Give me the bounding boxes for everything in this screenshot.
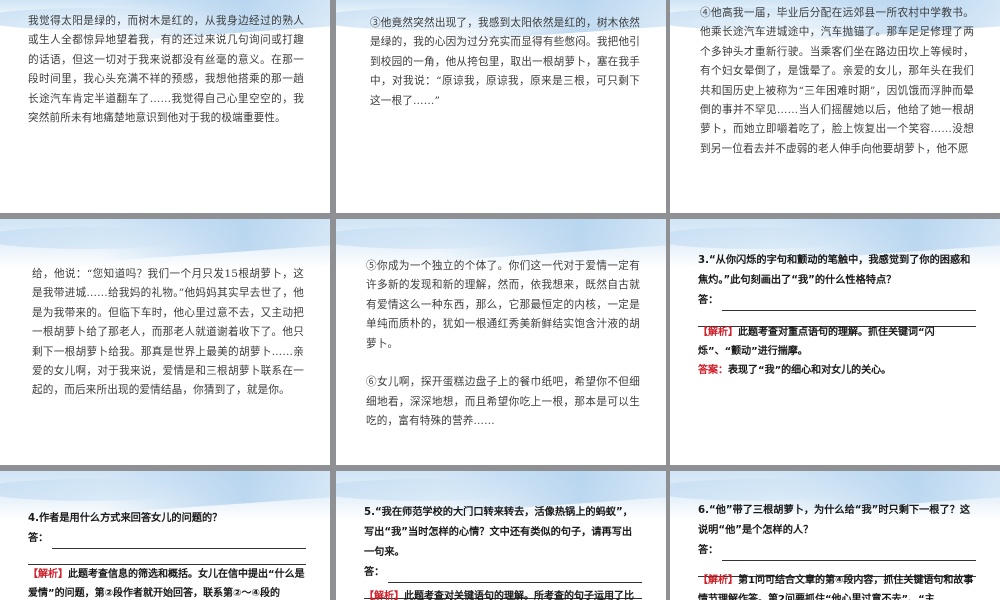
question-4: 4.作者是用什么方式来回答女儿的问题的？ [28, 513, 223, 524]
answer-label: 答： [364, 567, 385, 578]
answer-line[interactable] [722, 297, 976, 311]
analysis-label: 【解析】 [364, 591, 404, 600]
answer-label: 答： [698, 545, 719, 556]
slide-thumbnail-2[interactable]: ③他竟然突然出现了，我感到太阳依然是红的，树木依然是绿的，我的心因为过分充实而显… [336, 0, 666, 213]
slide-body-text: ⑤你成为一个独立的个体了。你们这一代对于爱情一定有许多新的发现和新的理解，然而，… [366, 260, 640, 428]
analysis-label: 【解析】 [698, 575, 738, 586]
slide-thumbnail-9[interactable]: 6.“他”带了三根胡萝卜，为什么给“我”时只剩下一根了？这说明“他”是个怎样的人… [670, 471, 1000, 600]
question-5: 5.“我在师范学校的大门口转来转去，活像热锅上的蚂蚁”，写出“我”当时怎样的心情… [364, 507, 633, 558]
slide-body-text: ③他竟然突然出现了，我感到太阳依然是红的，树木依然是绿的，我的心因为过分充实而显… [370, 17, 640, 107]
question-text: 5.“我在师范学校的大门口转来转去，活像热锅上的蚂蚁”，写出“我”当时怎样的心情… [364, 503, 642, 599]
slide-thumbnail-1[interactable]: 我觉得太阳是绿的，而树木是红的，从我身边经过的熟人或生人全都惊异地望着我，有的还… [0, 0, 330, 213]
slide-sorter-grid: 我觉得太阳是绿的，而树木是红的，从我身边经过的熟人或生人全都惊异地望着我，有的还… [0, 0, 1000, 600]
question-3: 3.“从你闪烁的字句和颤动的笔触中，我感觉到了你的困惑和焦灼。”此句刻画出了“我… [698, 255, 971, 286]
answer-row: 答： [698, 291, 976, 311]
slide-thumbnail-6[interactable]: 3.“从你闪烁的字句和颤动的笔触中，我感觉到了你的困惑和焦灼。”此句刻画出了“我… [670, 219, 1000, 465]
answer-key-text: 表现了“我”的细心和对女儿的关心。 [728, 365, 892, 376]
answer-line[interactable] [52, 535, 306, 549]
slide-thumbnail-4[interactable]: 给，他说：“您知道吗？我们一个月只发15根胡萝卜，这是我带进城……给我妈的礼物。… [0, 219, 330, 465]
question-text: 4.作者是用什么方式来回答女儿的问题的？ 答： [28, 509, 306, 565]
slide-thumbnail-7[interactable]: 4.作者是用什么方式来回答女儿的问题的？ 答： 【解析】此题考查信息的筛选和概括… [0, 471, 330, 600]
answer-line[interactable] [28, 549, 306, 565]
answer-label: 答： [698, 295, 719, 306]
answer-row: 答： [28, 529, 306, 549]
slide-banner [0, 219, 330, 269]
analysis-label: 【解析】 [698, 327, 738, 338]
slide-thumbnail-8[interactable]: 5.“我在师范学校的大门口转来转去，活像热锅上的蚂蚁”，写出“我”当时怎样的心情… [336, 471, 666, 600]
answer-key-label: 答案： [698, 365, 728, 376]
answer-line[interactable] [388, 569, 642, 583]
analysis-block: 【解析】此题考查信息的筛选和概括。女儿在信中提出“什么是爱情”的问题，第②段作者… [28, 565, 306, 600]
answer-label: 答： [28, 533, 49, 544]
analysis-text: 此题考查对关键语句的理解。所考查的句子运用了比 [404, 591, 634, 600]
slide-body-text: 我觉得太阳是绿的，而树木是红的，从我身边经过的熟人或生人全都惊异地望着我，有的还… [28, 15, 304, 125]
question-6: 6.“他”带了三根胡萝卜，为什么给“我”时只剩下一根了？这说明“他”是个怎样的人… [698, 505, 971, 536]
slide-body-text: ④他高我一届，毕业后分配在远郊县一所农村中学教书。他乘长途汽车进城途中，汽车抛锚… [700, 7, 974, 155]
slide-thumbnail-3[interactable]: ④他高我一届，毕业后分配在远郊县一所农村中学教书。他乘长途汽车进城途中，汽车抛锚… [670, 0, 1000, 213]
answer-row: 答： [698, 541, 976, 561]
slide-thumbnail-5[interactable]: ⑤你成为一个独立的个体了。你们这一代对于爱情一定有许多新的发现和新的理解，然而，… [336, 219, 666, 465]
analysis-label: 【解析】 [28, 569, 68, 580]
analysis-block: 【解析】此题考查对关键语句的理解。所考查的句子运用了比 [364, 587, 642, 600]
analysis-block: 【解析】第1问可结合文章的第④段内容，抓住关键语句和故事情节理解作答。第2问要抓… [698, 571, 976, 600]
analysis-text: 第1问可结合文章的第④段内容，抓住关键语句和故事情节理解作答。第2问要抓住“他心… [698, 575, 974, 600]
question-text: 6.“他”带了三根胡萝卜，为什么给“我”时只剩下一根了？这说明“他”是个怎样的人… [698, 501, 976, 577]
slide-body-text: 给，他说：“您知道吗？我们一个月只发15根胡萝卜，这是我带进城……给我妈的礼物。… [32, 268, 304, 397]
answer-line[interactable] [722, 547, 976, 561]
analysis-text: 此题考查信息的筛选和概括。女儿在信中提出“什么是爱情”的问题，第②段作者就开始回… [28, 569, 305, 599]
answer-row: 答： [364, 563, 642, 583]
question-text: 3.“从你闪烁的字句和颤动的笔触中，我感觉到了你的困惑和焦灼。”此句刻画出了“我… [698, 251, 976, 327]
analysis-block: 【解析】此题考查对重点语句的理解。抓住关键词“闪烁”、“颤动”进行揣摩。 答案：… [698, 323, 976, 380]
